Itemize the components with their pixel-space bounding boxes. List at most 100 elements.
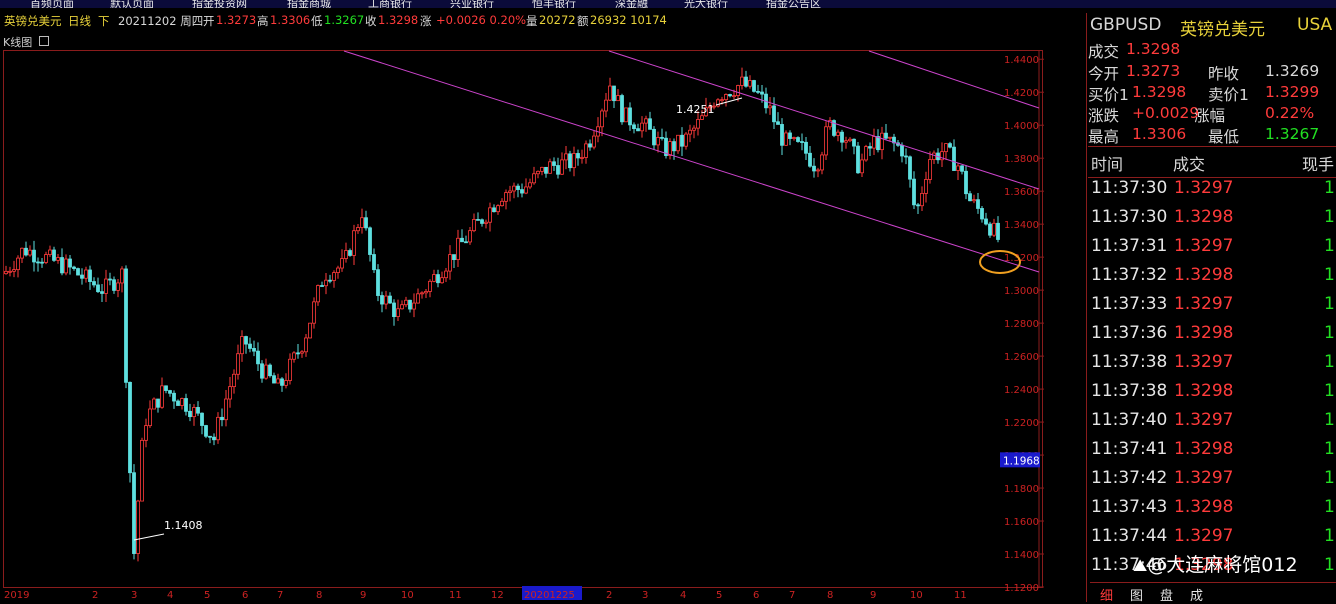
top-tab-5[interactable]: 兴业银行 xyxy=(450,0,494,8)
bid-value: 1.3298 xyxy=(1132,83,1187,101)
trade-price: 1.3297 xyxy=(1174,526,1234,546)
top-tab-1[interactable]: 默认页面 xyxy=(110,0,154,8)
candle-body xyxy=(524,186,528,194)
top-tab-7[interactable]: 深金融 xyxy=(615,0,648,8)
ask-label: 卖价1 xyxy=(1208,86,1249,104)
candle-body xyxy=(88,269,92,282)
candle-body xyxy=(300,351,304,354)
candle-body xyxy=(228,386,232,400)
top-tab-6[interactable]: 恒丰银行 xyxy=(532,0,576,8)
high-value: 1.3306 xyxy=(270,13,311,27)
candle-body xyxy=(848,138,852,142)
trade-time: 11:37:30 xyxy=(1091,178,1168,198)
change-value: +0.0026 0.20% xyxy=(436,13,527,27)
candle-body xyxy=(944,143,948,153)
candle-body xyxy=(844,140,848,143)
candle-body xyxy=(916,204,920,207)
trade-price: 1.3297 xyxy=(1174,178,1234,198)
symbol-code: GBPUSD xyxy=(1090,15,1162,35)
top-tab-3[interactable]: 指金商城 xyxy=(287,0,331,8)
candle-body xyxy=(976,199,980,209)
trade-price: 1.3298 xyxy=(1174,439,1234,459)
candle-body xyxy=(200,412,204,426)
bottom-tab-3[interactable]: 成 xyxy=(1190,585,1203,604)
market-name: USA xyxy=(1297,15,1333,35)
candle-body xyxy=(512,185,516,192)
candle-body xyxy=(804,141,808,154)
candle-body xyxy=(116,282,120,291)
top-tab-2[interactable]: 指金投资网 xyxy=(192,0,247,8)
candle-body xyxy=(444,270,448,279)
trade-row: 11:37:36 1.3298 1 xyxy=(1088,323,1336,352)
candle-body xyxy=(64,258,68,274)
bottom-tab-0[interactable]: 细 xyxy=(1100,585,1113,604)
candle-body xyxy=(784,132,788,146)
candle-body xyxy=(876,136,880,151)
candle-body xyxy=(980,208,984,220)
trade-volume: 1 xyxy=(1324,555,1335,575)
trade-price: 1.3298 xyxy=(1174,381,1234,401)
open-value: 1.3273 xyxy=(216,13,257,27)
candle-body xyxy=(324,279,328,287)
candle-body xyxy=(700,115,704,120)
top-tab-0[interactable]: 首频页面 xyxy=(30,0,74,8)
candle-body xyxy=(252,348,256,352)
candle-body xyxy=(692,127,696,131)
top-tab-8[interactable]: 光大银行 xyxy=(684,0,728,8)
candle-body xyxy=(164,385,168,391)
kline-panel-title[interactable]: K线图 xyxy=(3,34,49,50)
candle-body xyxy=(448,254,452,272)
x-tick-label: 8 xyxy=(827,590,833,601)
panel-menu-icon[interactable] xyxy=(38,36,49,46)
candle-body xyxy=(156,398,160,408)
candle-body xyxy=(636,128,640,132)
candle-body xyxy=(352,230,356,256)
candle-body xyxy=(296,352,300,355)
candle-body xyxy=(776,121,780,125)
candle-body xyxy=(328,279,332,282)
candle-body xyxy=(244,336,248,345)
today-open-label: 今开 xyxy=(1088,65,1120,83)
pct-label: 涨幅 xyxy=(1194,107,1226,125)
candlestick-chart[interactable]: 1.4400 1.4200 1.4000 1.3800 1.3600 1.3400 1.32… xyxy=(3,50,1044,601)
candle-body xyxy=(220,416,224,421)
trade-row: 11:37:33 1.3297 1 xyxy=(1088,294,1336,323)
high-label: 高 xyxy=(257,14,269,28)
candle-body xyxy=(52,249,56,261)
candle-body xyxy=(248,343,252,349)
y-tick-label: 1.2200 xyxy=(1004,418,1039,429)
candle-body xyxy=(452,254,456,261)
chart-canvas[interactable]: 1.44001.42001.40001.38001.36001.34001.32… xyxy=(4,50,1044,603)
candle-body xyxy=(344,250,348,259)
candle-body xyxy=(592,135,596,148)
top-tab-9[interactable]: 指金公告区 xyxy=(766,0,821,8)
trade-time: 11:37:44 xyxy=(1091,526,1168,546)
candle-body xyxy=(372,254,376,271)
bottom-tab-bar: 细图盘成 xyxy=(1090,582,1336,604)
candle-body xyxy=(412,302,416,310)
trade-price: 1.3298 xyxy=(1174,323,1234,343)
candle-body xyxy=(404,299,408,306)
watermark-icon: ⛰ xyxy=(1133,556,1148,576)
candle-body xyxy=(780,124,784,146)
candle-body xyxy=(376,269,380,296)
candle-body xyxy=(424,291,428,294)
candle-body xyxy=(908,156,912,180)
x-tick-label: 5 xyxy=(716,590,722,601)
candle-body xyxy=(756,90,760,93)
bottom-tab-1[interactable]: 图 xyxy=(1130,585,1143,604)
change-label: 涨 xyxy=(420,14,432,28)
bottom-tab-2[interactable]: 盘 xyxy=(1160,585,1173,604)
candle-body xyxy=(268,364,272,377)
top-tab-4[interactable]: 工商银行 xyxy=(368,0,412,8)
candle-body xyxy=(996,222,1000,240)
high-value-q: 1.3306 xyxy=(1132,125,1187,143)
candle-body xyxy=(520,189,524,194)
candle-body xyxy=(600,110,604,128)
candle-body xyxy=(920,192,924,207)
candle-body xyxy=(952,146,956,171)
candle-body xyxy=(484,221,488,224)
last-label: 成交 xyxy=(1088,43,1120,61)
candle-body xyxy=(500,200,504,207)
candle-body xyxy=(308,322,312,339)
